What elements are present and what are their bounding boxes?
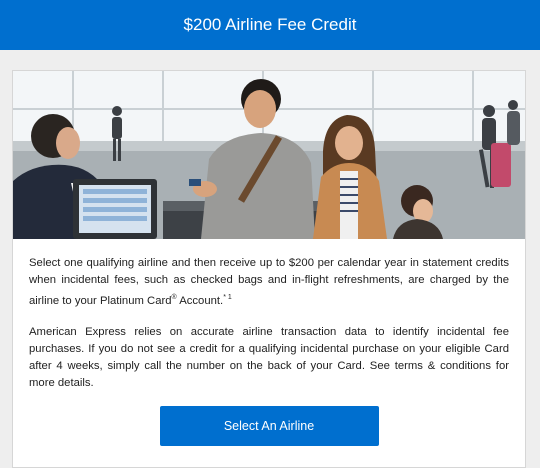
benefit-paragraph-1: Select one qualifying airline and then r… xyxy=(29,255,509,310)
benefit-paragraph-2: American Express relies on accurate airl… xyxy=(29,325,509,389)
paragraph-1-text: Select one qualifying airline and then r… xyxy=(29,257,509,307)
select-airline-button[interactable]: Select An Airline xyxy=(159,405,379,446)
button-container: Select An Airline xyxy=(29,405,509,446)
benefit-description: Select one qualifying airline and then r… xyxy=(13,239,525,446)
benefit-card: Select one qualifying airline and then r… xyxy=(12,70,526,468)
footnote-marker: * 1 xyxy=(223,294,232,301)
header-title: $200 Airline Fee Credit xyxy=(183,15,357,34)
paragraph-1-end: Account. xyxy=(176,294,224,307)
page-header: $200 Airline Fee Credit xyxy=(0,0,540,50)
hero-image xyxy=(13,71,525,239)
airport-checkin-illustration xyxy=(13,71,525,239)
